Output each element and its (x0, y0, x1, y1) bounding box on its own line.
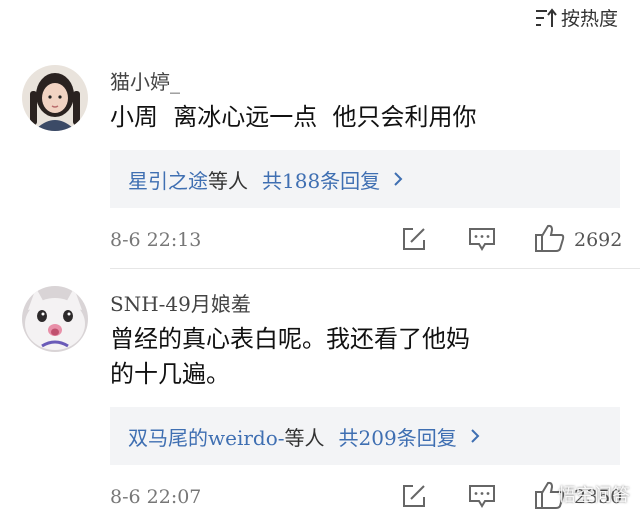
comment-timestamp: 8-6 22:07 (110, 486, 202, 508)
replies-summary[interactable]: 双马尾的weirdo- 等人 共209条回复 (110, 407, 620, 465)
sort-icon (535, 7, 557, 27)
like-count: 2692 (574, 229, 623, 251)
chevron-right-icon (394, 172, 403, 186)
replies-summary[interactable]: 星引之途 等人 共188条回复 (110, 150, 620, 208)
comment-text-line: 曾经的真心表白呢。我还看了他妈 (110, 325, 470, 353)
chevron-right-icon (470, 429, 480, 443)
comment-text: 曾经的真心表白呢。我还看了他妈 的十几遍。 (110, 322, 610, 392)
reply-suffix: 等人 (208, 168, 248, 193)
comment-icon[interactable] (468, 483, 496, 509)
reply-count: 共209条回复 (338, 425, 457, 450)
reply-count: 共188条回复 (262, 168, 381, 193)
comment-username[interactable]: SNH-49月娘羞 (110, 288, 251, 317)
avatar[interactable] (22, 286, 88, 352)
reply-users[interactable]: 双马尾的weirdo- (128, 422, 285, 451)
avatar[interactable] (22, 65, 88, 131)
comment-timestamp: 8-6 22:13 (110, 229, 202, 251)
thumbs-up-icon[interactable] (534, 223, 566, 253)
sort-label: 按热度 (560, 8, 618, 30)
reply-users[interactable]: 星引之途 (128, 165, 208, 194)
watermark: 悟空问答 (558, 485, 630, 506)
edit-icon[interactable] (400, 225, 428, 253)
comment-text: 小周 离冰心远一点 他只会利用你 (110, 103, 477, 131)
sort-by-popularity-button[interactable]: 按热度 (535, 4, 618, 31)
comment-icon[interactable] (468, 226, 496, 252)
comment-text-line: 的十几遍。 (110, 360, 230, 388)
reply-suffix: 等人 (284, 425, 325, 450)
comment-divider (110, 268, 640, 269)
comment-username[interactable]: 猫小婷_ (110, 66, 180, 95)
edit-icon[interactable] (400, 482, 428, 510)
